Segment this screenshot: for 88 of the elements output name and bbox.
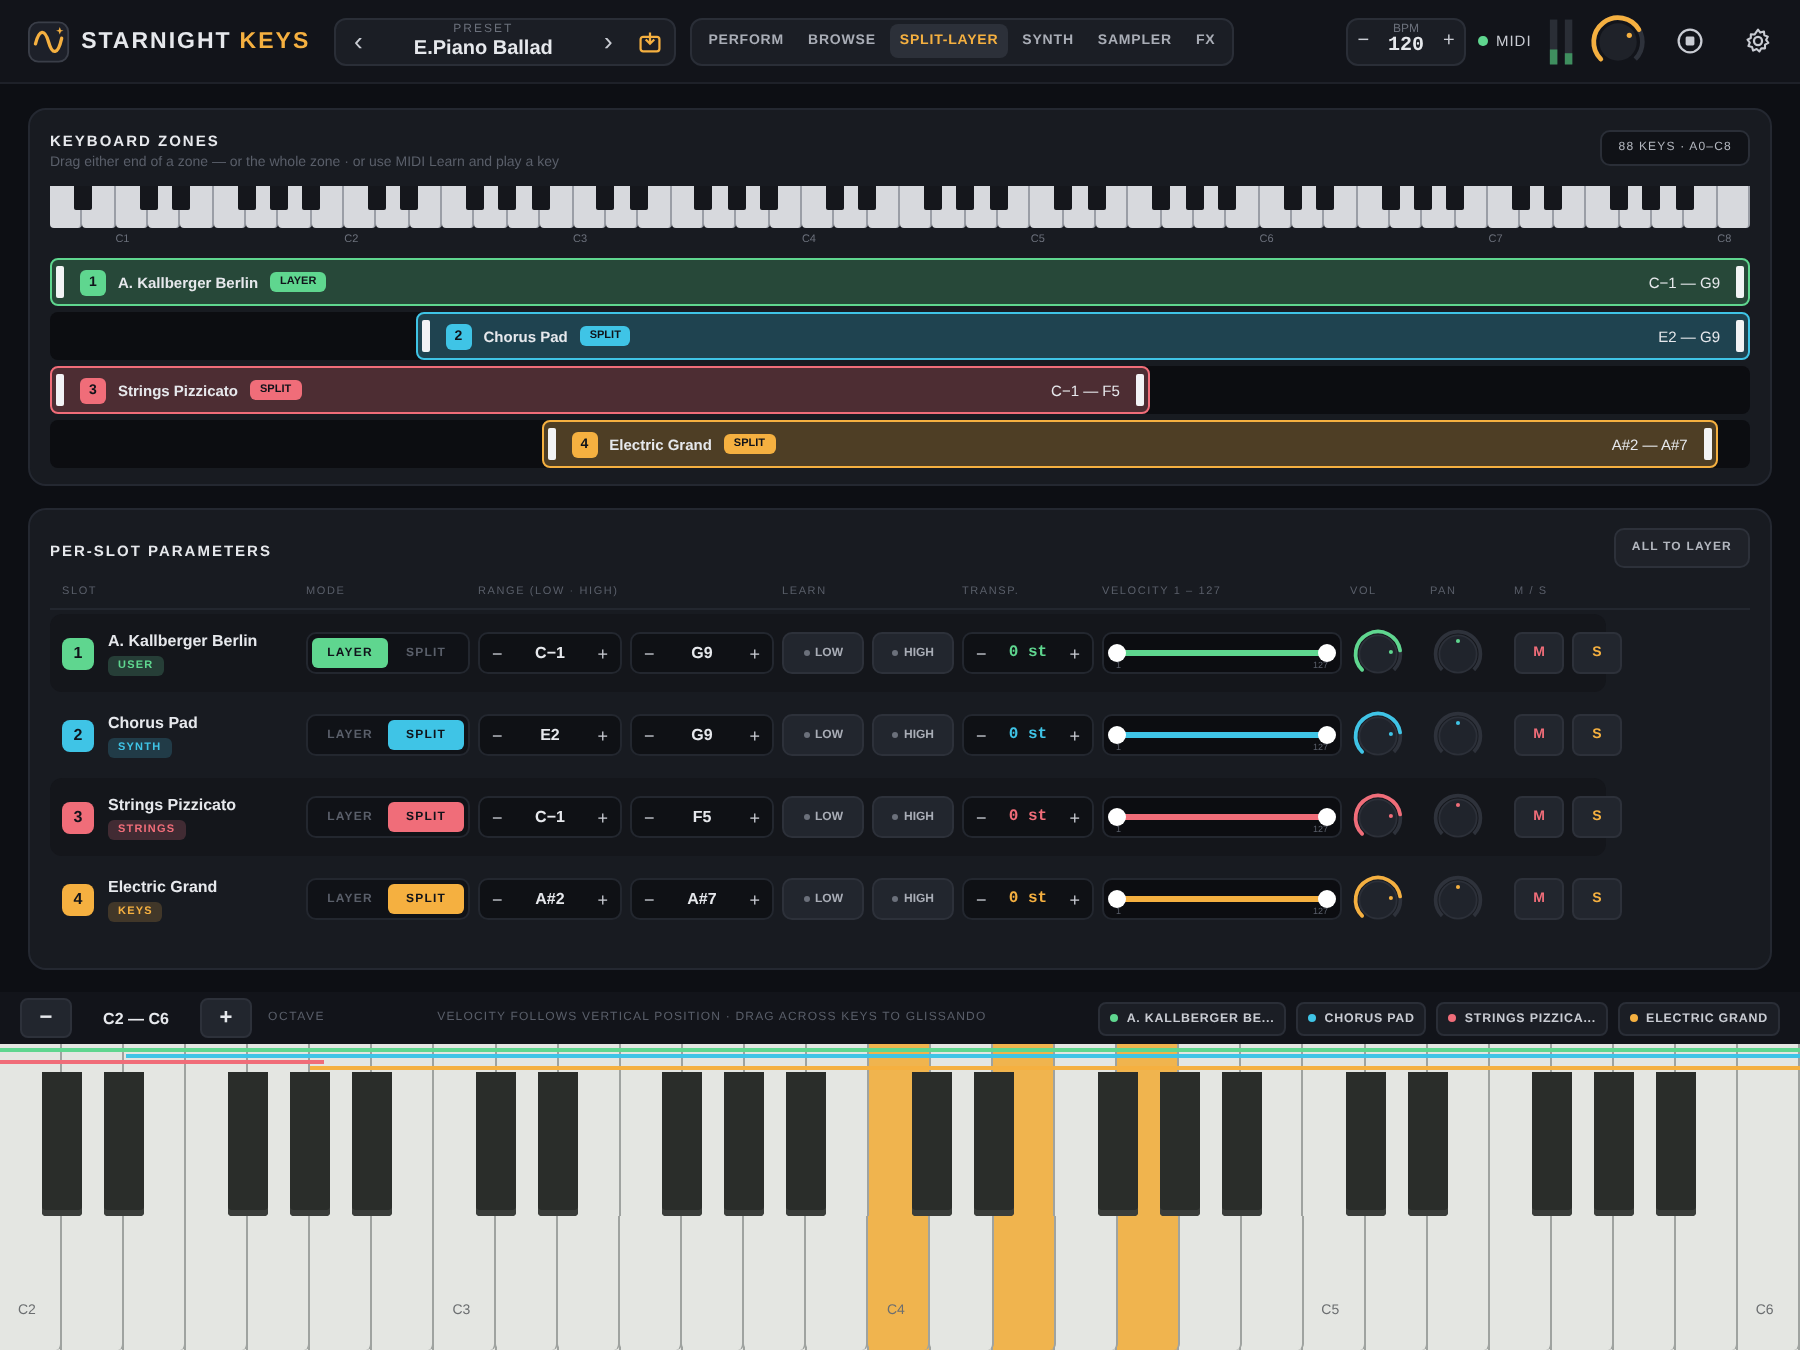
sharp-key[interactable] [911, 1072, 952, 1216]
zone-handle[interactable] [1135, 374, 1144, 406]
zone-handle[interactable] [56, 266, 64, 298]
sharp-key[interactable] [1593, 1072, 1634, 1216]
next-preset-button[interactable]: › [598, 26, 619, 56]
increase-button[interactable]: + [1069, 889, 1080, 909]
zone-handle[interactable] [1736, 266, 1744, 298]
brand-accent: KEYS [239, 29, 311, 53]
preset-name: E.Piano Ballad [413, 39, 553, 59]
decrease-button[interactable]: − [492, 643, 503, 663]
transpose-value: 0 st [1008, 808, 1048, 826]
decrease-button[interactable]: − [492, 807, 503, 827]
sharp-key[interactable] [1531, 1072, 1572, 1216]
decrease-button[interactable]: − [976, 643, 987, 663]
bpm-value: 120 [1387, 38, 1424, 58]
increase-button[interactable]: + [597, 889, 608, 909]
increase-button[interactable]: + [1069, 643, 1080, 663]
note-value: A#7 [687, 890, 717, 908]
decrease-button[interactable]: − [976, 725, 987, 745]
settings-icon[interactable] [1743, 26, 1772, 56]
level-meter-icon [1547, 15, 1574, 67]
brand-name: STARNIGHT [81, 29, 232, 53]
decrease-button[interactable]: − [976, 889, 987, 909]
note-value: A#2 [535, 890, 565, 908]
zone-handle[interactable] [56, 374, 64, 406]
decrease-button[interactable]: − [976, 807, 987, 827]
increase-button[interactable]: + [597, 725, 608, 745]
note-value: G9 [691, 726, 713, 744]
increase-button[interactable]: + [749, 725, 760, 745]
note-value: G9 [691, 644, 713, 662]
slot-number: 2 [62, 719, 94, 751]
increase-button[interactable]: + [749, 643, 760, 663]
decrease-button[interactable]: − [492, 725, 503, 745]
sharp-key[interactable] [352, 1072, 393, 1216]
zone-handle[interactable] [1736, 320, 1744, 352]
octave-range: C2 — C6 [101, 1009, 171, 1027]
slot-number: 4 [62, 883, 94, 915]
octave-down-button[interactable]: − [20, 998, 72, 1038]
save-icon[interactable] [638, 29, 663, 53]
sharp-key[interactable] [42, 1072, 83, 1216]
slot-number: 1 [62, 637, 94, 669]
note-value: C−1 [535, 644, 565, 662]
slot-name: Electric Grand [108, 877, 218, 895]
sharp-key[interactable] [228, 1072, 269, 1216]
transpose-value: 0 st [1008, 890, 1048, 908]
sharp-key[interactable] [290, 1072, 331, 1216]
sharp-key[interactable] [538, 1072, 579, 1216]
note-value: E2 [540, 726, 560, 744]
zone-handle[interactable] [1703, 428, 1712, 460]
decrease-button[interactable]: − [644, 807, 655, 827]
previous-preset-button[interactable]: ‹ [348, 26, 369, 56]
note-value: C−1 [535, 808, 565, 826]
transpose-value: 0 st [1008, 726, 1048, 744]
slot-name: A. Kallberger Berlin [108, 631, 258, 649]
zone-handle[interactable] [547, 428, 556, 460]
decrease-bpm-button[interactable]: − [1357, 30, 1370, 52]
transpose-value: 0 st [1008, 644, 1048, 662]
sharp-key[interactable] [786, 1072, 827, 1216]
increase-button[interactable]: + [597, 643, 608, 663]
sharp-key[interactable] [104, 1072, 145, 1216]
sharp-key[interactable] [1655, 1072, 1696, 1216]
stop-icon[interactable] [1675, 26, 1704, 56]
increase-button[interactable]: + [749, 889, 760, 909]
decrease-button[interactable]: − [644, 643, 655, 663]
increase-button[interactable]: + [597, 807, 608, 827]
increase-button[interactable]: + [749, 807, 760, 827]
slot-name: Chorus Pad [108, 713, 198, 731]
sharp-key[interactable] [476, 1072, 517, 1216]
increase-button[interactable]: + [1069, 807, 1080, 827]
sharp-key[interactable] [724, 1072, 765, 1216]
sharp-key[interactable] [1345, 1072, 1386, 1216]
slot-name: Strings Pizzicato [108, 795, 237, 813]
sharp-key[interactable] [973, 1072, 1014, 1216]
decrease-button[interactable]: − [644, 889, 655, 909]
decrease-button[interactable]: − [492, 889, 503, 909]
decrease-button[interactable]: − [644, 725, 655, 745]
sharp-key[interactable] [662, 1072, 703, 1216]
slot-number: 3 [62, 801, 94, 833]
octave-up-button[interactable]: + [200, 998, 252, 1038]
increase-button[interactable]: + [1069, 725, 1080, 745]
sharp-key[interactable] [1407, 1072, 1448, 1216]
sharp-key[interactable] [1221, 1072, 1262, 1216]
sharp-key[interactable] [1159, 1072, 1200, 1216]
note-value: F5 [692, 808, 712, 826]
logo-icon [28, 19, 70, 63]
increase-bpm-button[interactable]: + [1442, 30, 1455, 52]
zone-handle[interactable] [421, 320, 430, 352]
sharp-key[interactable] [1097, 1072, 1138, 1216]
